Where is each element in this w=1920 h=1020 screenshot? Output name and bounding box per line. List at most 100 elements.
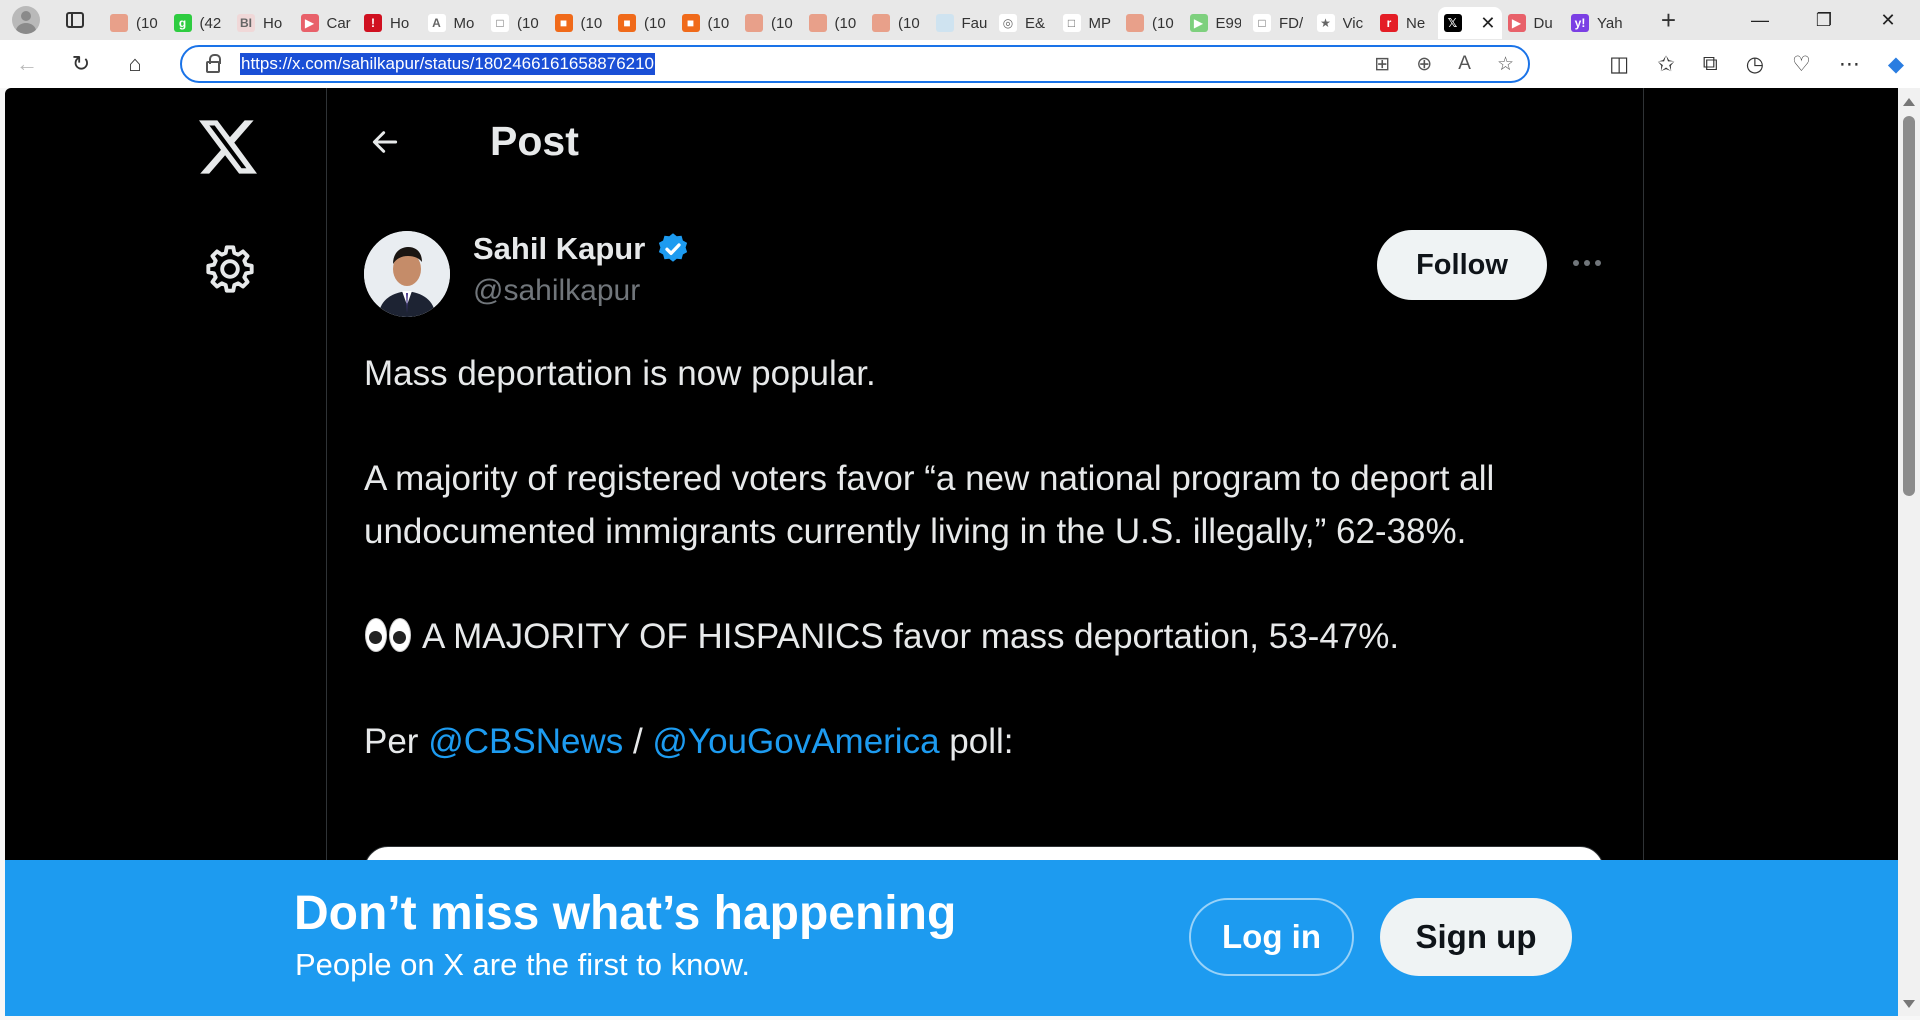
tab-favicon-icon: r (1380, 14, 1398, 32)
avatar-photo (364, 231, 450, 317)
browser-tab[interactable]: Fau (930, 7, 994, 39)
mention-link-yougovamerica[interactable]: @YouGovAmerica (652, 722, 939, 761)
post-header: Post (327, 88, 1643, 194)
browser-tab[interactable]: g (42 (168, 7, 232, 39)
tab-bar-left (0, 0, 104, 40)
browser-tab[interactable]: (10 (739, 7, 803, 39)
author-name[interactable]: Sahil Kapur (473, 231, 691, 267)
browser-tab[interactable]: ★ Vic (1311, 7, 1375, 39)
browser-tab[interactable]: □ (10 (485, 7, 549, 39)
tab-label: (42 (199, 14, 222, 32)
tab-label: Ne (1406, 14, 1426, 32)
close-window-button[interactable]: ✕ (1856, 0, 1920, 40)
tab-favicon-icon: ▶ (1189, 14, 1208, 32)
read-aloud-icon[interactable]: A (1458, 53, 1471, 75)
browser-tab[interactable]: ■ (10 (612, 7, 676, 39)
browser-tab[interactable]: ■ (10 (549, 7, 613, 39)
tweet-line-3-text: A MAJORITY OF HISPANICS favor mass depor… (422, 616, 1400, 656)
browser-tab[interactable]: ■ (10 (676, 7, 740, 39)
settings-gear-icon[interactable] (204, 243, 256, 295)
new-tab-icon[interactable]: + (1649, 0, 1689, 40)
url-text[interactable]: https://x.com/sahilkapur/status/18024661… (240, 53, 656, 75)
tweet-line-4-prefix: Per (364, 721, 429, 761)
tweet-line-4-suffix: poll: (939, 721, 1014, 761)
scroll-thumb[interactable] (1903, 116, 1915, 496)
tab-label: MP (1088, 14, 1112, 32)
home-icon[interactable]: ⌂ (108, 40, 162, 88)
browser-tab[interactable]: □ MP (1057, 7, 1121, 39)
tab-favicon-icon (935, 14, 954, 32)
browser-tab[interactable]: □ FD/ (1247, 7, 1311, 39)
copilot-icon[interactable]: ◆ (1888, 52, 1904, 77)
more-tools-icon[interactable]: ⋯ (1839, 52, 1860, 77)
restore-button[interactable]: ❐ (1792, 0, 1856, 40)
tab-active[interactable]: 𝕏 ✕ (1437, 7, 1502, 39)
tab-favicon-icon: ■ (554, 14, 573, 32)
browser-tab[interactable]: ▶ Car (295, 7, 359, 39)
split-screen-icon[interactable]: ◫ (1609, 52, 1629, 77)
tab-close-icon[interactable]: ✕ (1480, 13, 1495, 34)
signup-button[interactable]: Sign up (1380, 898, 1572, 976)
browser-tab[interactable]: r Ne (1374, 7, 1438, 39)
browser-tab[interactable]: (10 (104, 7, 168, 39)
x-logo-icon[interactable] (199, 120, 257, 174)
tab-label: Yah (1597, 14, 1623, 32)
tweet-line-4: Per @CBSNews / @YouGovAmerica poll: (364, 716, 1584, 769)
history-icon[interactable]: ◷ (1746, 52, 1764, 77)
scroll-down-icon[interactable] (1903, 1000, 1915, 1008)
mention-link-cbsnews[interactable]: @CBSNews (428, 722, 623, 761)
tab-favicon-icon: BI (237, 14, 255, 32)
more-options-icon[interactable] (1567, 248, 1607, 278)
browser-tab[interactable]: (10 (803, 7, 867, 39)
verified-badge-icon (659, 233, 688, 262)
browser-tab[interactable]: A Mo (422, 7, 486, 39)
browser-tab[interactable]: BI Ho (231, 7, 295, 39)
author-name-text[interactable]: Sahil Kapur (473, 231, 645, 267)
address-bar[interactable]: https://x.com/sahilkapur/status/18024661… (180, 45, 1530, 83)
zoom-icon[interactable]: ⊕ (1416, 53, 1432, 76)
tab-favicon-icon: ■ (618, 14, 636, 32)
tab-actions-icon[interactable] (66, 12, 84, 28)
page-scrollbar[interactable] (1898, 88, 1920, 1016)
signup-banner: Don’t miss what’s happening People on X … (5, 860, 1898, 1016)
tab-label: (10 (771, 14, 793, 32)
avatar[interactable] (364, 231, 450, 317)
browser-tab[interactable]: (10 (1120, 7, 1184, 39)
favorite-star-icon[interactable]: ☆ (1497, 53, 1514, 76)
follow-button[interactable]: Follow (1377, 230, 1547, 300)
minimize-button[interactable]: — (1728, 0, 1792, 40)
browser-tab[interactable]: ◎ E& (993, 7, 1057, 39)
browser-tab[interactable]: ▶ Du (1502, 7, 1566, 39)
tab-label: (10 (1152, 14, 1174, 32)
scroll-up-icon[interactable] (1903, 98, 1915, 106)
tab-favicon-icon: ◎ (999, 14, 1017, 32)
page-title: Post (490, 118, 579, 164)
tab-label: Mo (453, 14, 475, 32)
author-handle[interactable]: @sahilkapur (473, 274, 640, 308)
tab-label: (10 (898, 14, 920, 32)
collections-icon[interactable]: ⧉ (1703, 52, 1718, 76)
tab-favicon-icon (872, 14, 890, 32)
tab-favicon-icon: ■ (681, 14, 700, 32)
tab-label: FD/ (1279, 14, 1304, 32)
tab-favicon-icon: 𝕏 (1443, 14, 1462, 32)
health-icon[interactable]: ♡ (1792, 52, 1811, 77)
browser-tab[interactable]: ! Ho (358, 7, 422, 39)
tab-label: Du (1533, 14, 1553, 32)
back-icon[interactable]: ← (0, 40, 54, 88)
lock-icon[interactable] (206, 54, 221, 73)
profile-icon[interactable] (12, 6, 40, 34)
back-arrow-icon[interactable] (367, 126, 403, 158)
tab-favicon-icon: A (427, 14, 446, 32)
refresh-icon[interactable]: ↻ (54, 40, 108, 88)
tab-label: Vic (1342, 14, 1364, 32)
tab-favicon-icon (1126, 14, 1144, 32)
favorites-icon[interactable]: ✩ (1657, 52, 1675, 77)
tab-favicon-icon (745, 14, 763, 32)
browser-tab[interactable]: (10 (866, 7, 930, 39)
app-available-icon[interactable]: ⊞ (1374, 53, 1390, 76)
browser-tab[interactable]: ▶ E99 (1184, 7, 1248, 39)
login-button[interactable]: Log in (1189, 898, 1354, 976)
browser-tab[interactable]: y! Yah (1565, 7, 1629, 39)
tweet-line-4-separator: / (623, 721, 653, 761)
